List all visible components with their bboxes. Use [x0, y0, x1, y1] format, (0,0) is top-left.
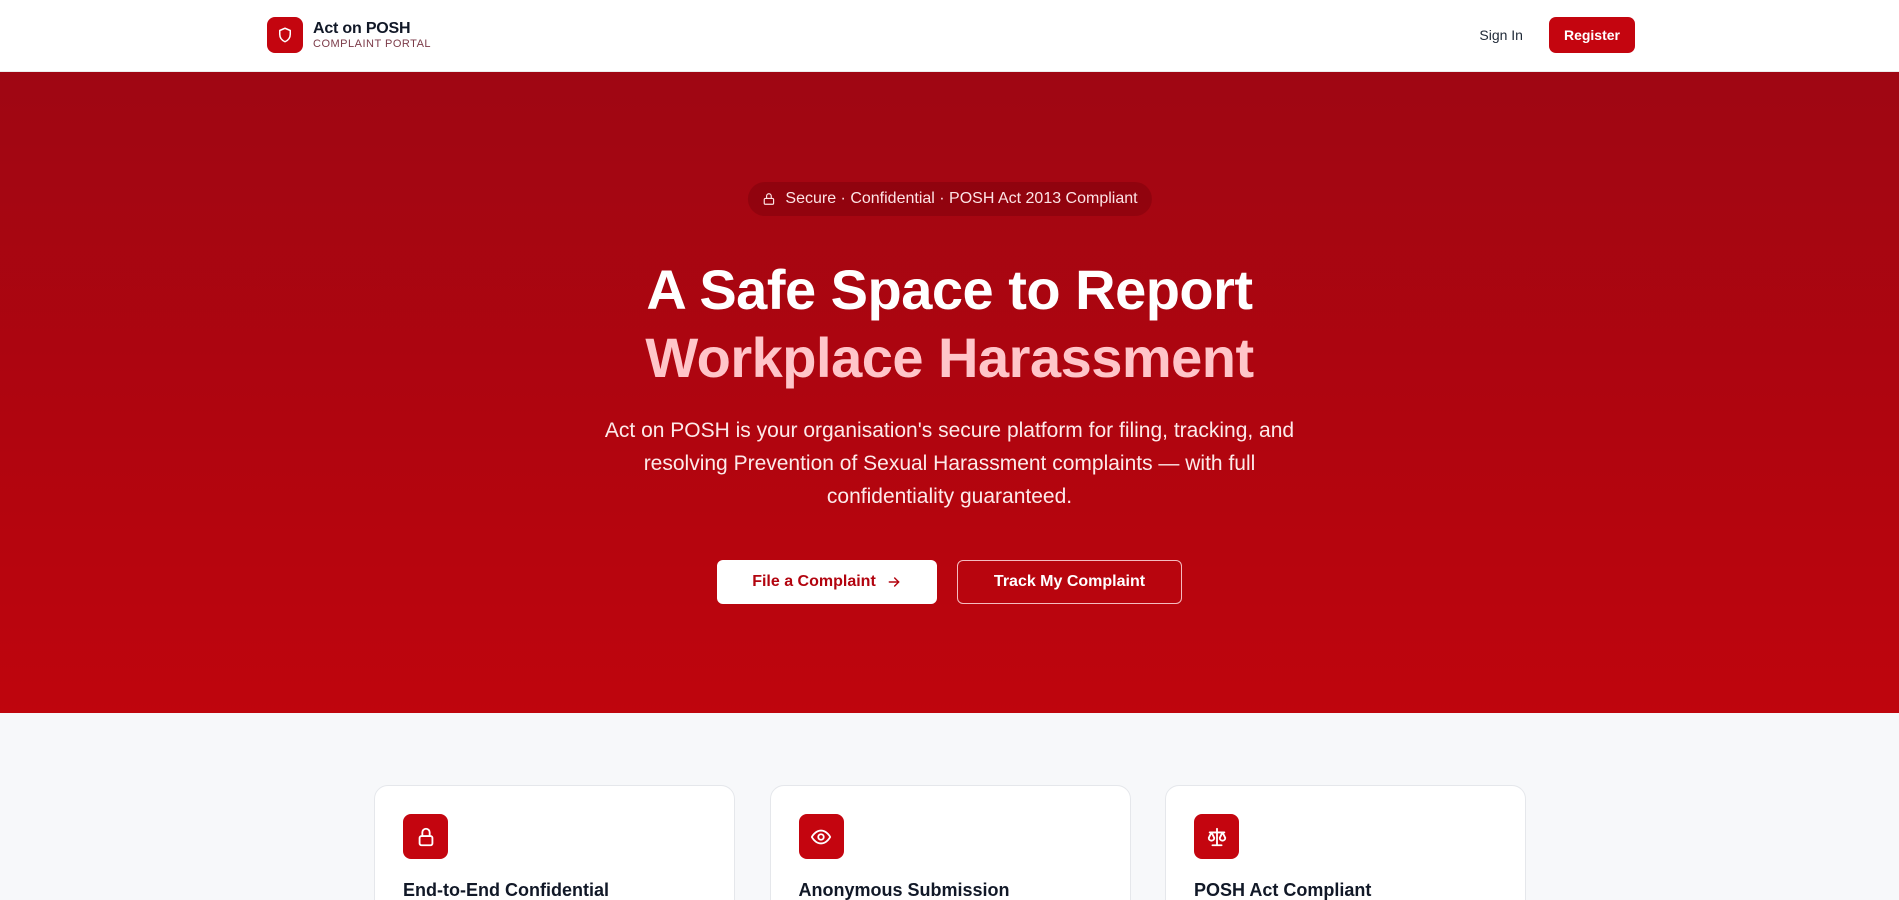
register-button[interactable]: Register — [1548, 17, 1635, 53]
brand-logo-link[interactable]: Act on POSH COMPLAINT PORTAL — [267, 17, 431, 53]
sign-in-button[interactable]: Sign In — [1467, 17, 1535, 53]
feature-title: Anonymous Submission — [798, 880, 1010, 900]
headline-line-2: Workplace Harassment — [645, 326, 1254, 389]
features-section: End-to-End Confidential Anonymous Submis… — [374, 785, 1526, 900]
hero-headline: A Safe Space to Report Workplace Harassm… — [0, 256, 1899, 392]
arrow-right-icon — [888, 577, 900, 587]
brand-title: Act on POSH — [313, 19, 411, 37]
feature-title: POSH Act Compliant — [1194, 880, 1372, 900]
hero-description: Act on POSH is your organisation's secur… — [604, 419, 1295, 508]
security-badge-text: Secure · Confidential · POSH Act 2013 Co… — [785, 190, 1138, 207]
headline-line-1: A Safe Space to Report — [646, 258, 1253, 321]
lock-icon — [763, 193, 774, 205]
hero-section: Secure · Confidential · POSH Act 2013 Co… — [0, 72, 1899, 713]
brand-subtitle: COMPLAINT PORTAL — [313, 37, 432, 50]
file-complaint-label: File a Complaint — [752, 573, 876, 590]
feature-title: End-to-End Confidential — [403, 880, 609, 900]
eye-icon — [798, 814, 844, 859]
track-complaint-button[interactable]: Track My Complaint — [957, 560, 1182, 604]
hero-actions: File a Complaint Track My Complaint — [0, 560, 1899, 604]
nav-actions: Sign In Register — [1467, 17, 1635, 53]
file-complaint-button[interactable]: File a Complaint — [717, 560, 937, 604]
top-nav: Act on POSH COMPLAINT PORTAL Sign In Reg… — [0, 0, 1899, 72]
feature-card-compliant: POSH Act Compliant — [1165, 785, 1526, 900]
feature-card-confidential: End-to-End Confidential — [374, 785, 735, 900]
shield-icon — [267, 17, 303, 53]
security-badge: Secure · Confidential · POSH Act 2013 Co… — [747, 182, 1152, 216]
lock-icon — [403, 814, 448, 859]
feature-card-anonymous: Anonymous Submission — [769, 785, 1131, 900]
brand-text: Act on POSH COMPLAINT PORTAL — [313, 19, 432, 50]
scale-icon — [1194, 814, 1239, 859]
